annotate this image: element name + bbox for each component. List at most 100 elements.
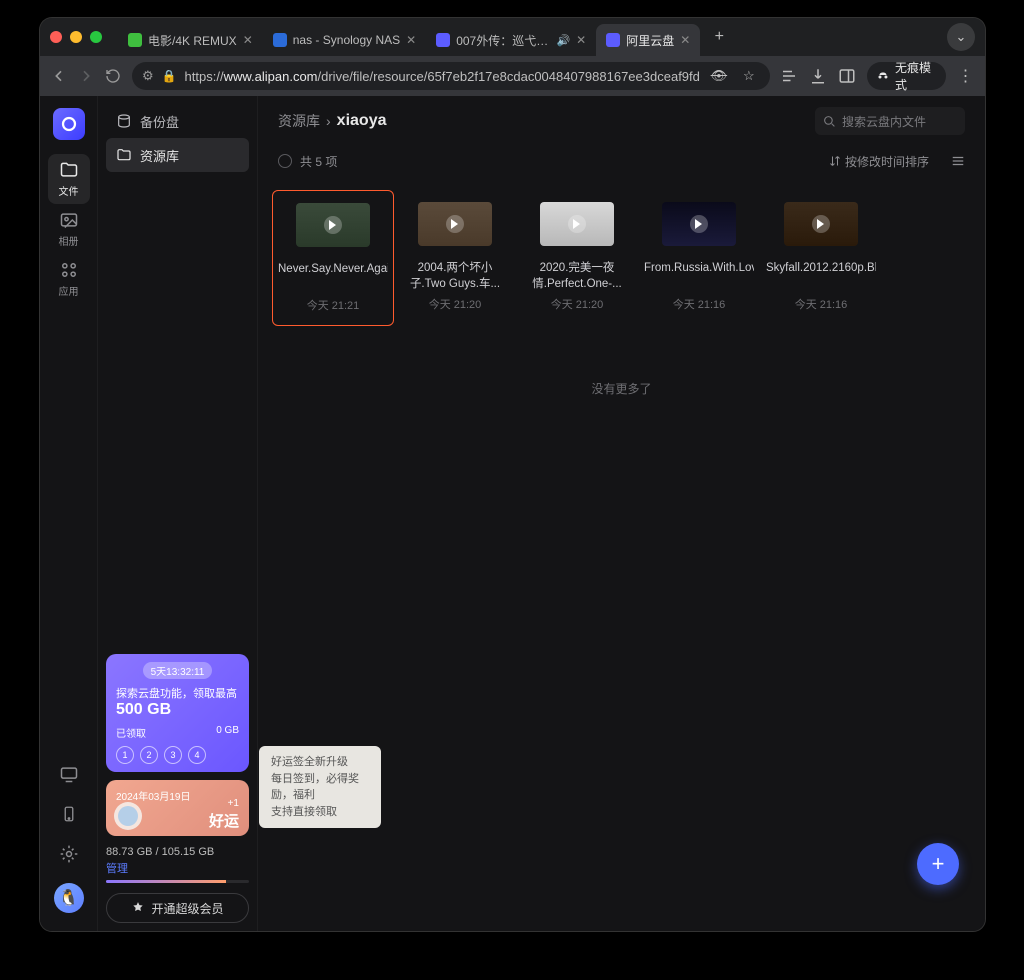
rail-item-files[interactable]: 文件 (48, 154, 90, 204)
promo-claimed-label: 已领取 (116, 725, 146, 740)
audio-icon[interactable]: 🔊 (556, 34, 570, 47)
file-card[interactable]: Skyfall.2012.2160p.BluRay.REM... 今天 21:16 (760, 190, 882, 326)
favicon (128, 33, 142, 47)
search-input[interactable]: 搜索云盘内文件 (815, 107, 965, 135)
breadcrumb-root[interactable]: 资源库 (278, 111, 320, 131)
rail-item-apps[interactable]: 应用 (48, 254, 90, 304)
select-all-checkbox[interactable] (278, 154, 292, 168)
sidebar-item-label: 备份盘 (140, 112, 179, 131)
download-icon[interactable] (809, 67, 828, 85)
close-window-button[interactable] (50, 31, 62, 43)
storage-manage-link[interactable]: 管理 (106, 860, 249, 876)
forward-button[interactable] (77, 66, 94, 86)
app-rail: 文件相册应用 🐧 (40, 96, 98, 931)
promo-luck-card[interactable]: 2024年03月19日 +1 好运 (106, 780, 249, 836)
file-name: From.Russia.With.Love.1963.216... (644, 260, 754, 292)
window-controls (50, 31, 102, 43)
reader-icon[interactable] (780, 67, 799, 85)
back-button[interactable] (50, 66, 67, 86)
tab-overflow-button[interactable]: ⌄ (947, 23, 975, 51)
play-icon (446, 215, 464, 233)
play-icon (568, 215, 586, 233)
promo-amount: 500 GB (116, 701, 239, 719)
promo-luck-label: 好运 (209, 810, 239, 831)
sort-button[interactable]: 按修改时间排序 (829, 153, 929, 170)
no-more-label: 没有更多了 (258, 380, 985, 397)
promo-storage-card[interactable]: 5天13:32:11 探索云盘功能，领取最高 500 GB 已领取 0 GB 1… (106, 654, 249, 772)
rail-label: 应用 (59, 283, 79, 298)
video-thumbnail (540, 202, 614, 246)
file-time: 今天 21:16 (673, 296, 726, 312)
file-card[interactable]: 2020.完美一夜情.Perfect.One-... 今天 21:20 (516, 190, 638, 326)
sidebar-item-backup[interactable]: 备份盘 (106, 104, 249, 138)
sidebar-panel: 备份盘资源库 5天13:32:11 探索云盘功能，领取最高 500 GB 已领取… (98, 96, 258, 931)
browser-tab[interactable]: 007外传：巡弋飞弹🔊✕ (426, 24, 596, 56)
promo-timer: 5天13:32:11 (143, 662, 213, 679)
tab-label: 电影/4K REMUX (148, 32, 237, 49)
sidepanel-icon[interactable] (838, 67, 857, 85)
file-time: 今天 21:20 (551, 296, 604, 312)
url-text: https://www.alipan.com/drive/file/resour… (185, 69, 700, 84)
bookmark-icon[interactable]: ☆ (738, 68, 760, 84)
add-button[interactable]: + (917, 843, 959, 885)
browser-tab[interactable]: 阿里云盘 ✕ (596, 24, 700, 56)
promo-step: 1 (116, 746, 134, 764)
promo-claimed-value: 0 GB (216, 725, 239, 740)
file-card[interactable]: From.Russia.With.Love.1963.216... 今天 21:1… (638, 190, 760, 326)
lock-icon: 🔒 (162, 69, 177, 83)
breadcrumb-sep: › (326, 113, 331, 129)
browser-tab[interactable]: 电影/4K REMUX ✕ (118, 24, 263, 56)
breadcrumb: 资源库 › xiaoya (278, 111, 805, 131)
favicon (606, 33, 620, 47)
search-placeholder: 搜索云盘内文件 (842, 113, 926, 130)
video-thumbnail (662, 202, 736, 246)
count-label: 共 5 项 (300, 153, 337, 170)
mobile-icon[interactable] (58, 803, 80, 825)
rail-item-photos[interactable]: 相册 (48, 204, 90, 254)
user-avatar[interactable]: 🐧 (54, 883, 84, 913)
play-icon (690, 215, 708, 233)
breadcrumb-current: xiaoya (337, 112, 387, 130)
close-tab-icon[interactable]: ✕ (406, 33, 416, 47)
browser-toolbar: ⚙ 🔒 https://www.alipan.com/drive/file/re… (40, 56, 985, 96)
close-tab-icon[interactable]: ✕ (243, 33, 253, 47)
view-toggle-button[interactable] (951, 154, 965, 168)
play-icon (324, 216, 342, 234)
site-settings-icon[interactable]: ⚙ (142, 68, 154, 84)
new-tab-button[interactable]: + (706, 24, 732, 50)
file-name: Skyfall.2012.2160p.BluRay.REM... (766, 260, 876, 292)
app-logo[interactable] (53, 108, 85, 140)
promo-line: 探索云盘功能，领取最高 (116, 685, 239, 701)
promo-step: 4 (188, 746, 206, 764)
browser-tab[interactable]: nas - Synology NAS✕ (263, 24, 426, 56)
file-time: 今天 21:16 (795, 296, 848, 312)
video-thumbnail (418, 202, 492, 246)
file-name: 2020.完美一夜情.Perfect.One-... (522, 260, 632, 292)
close-tab-icon[interactable]: ✕ (576, 33, 586, 47)
hide-icon[interactable]: 👁 (708, 68, 730, 84)
close-tab-icon[interactable]: ✕ (680, 33, 690, 47)
file-time: 今天 21:20 (429, 296, 482, 312)
desktop-icon[interactable] (58, 763, 80, 785)
settings-icon[interactable] (58, 843, 80, 865)
file-time: 今天 21:21 (307, 297, 360, 313)
flower-icon (114, 802, 142, 830)
promo-tooltip: 好运签全新升级 每日签到，必得奖励，福利 支持直接领取 (259, 746, 381, 828)
upgrade-button[interactable]: 开通超级会员 (106, 893, 249, 923)
address-bar[interactable]: ⚙ 🔒 https://www.alipan.com/drive/file/re… (132, 62, 770, 90)
video-thumbnail (296, 203, 370, 247)
file-name: 2004.两个坏小子.Two Guys.车... (400, 260, 510, 292)
maximize-window-button[interactable] (90, 31, 102, 43)
incognito-badge[interactable]: 无痕模式 (867, 62, 946, 90)
sidebar-item-resource[interactable]: 资源库 (106, 138, 249, 172)
tab-label: 阿里云盘 (626, 32, 674, 49)
minimize-window-button[interactable] (70, 31, 82, 43)
promo-step: 2 (140, 746, 158, 764)
file-name: Never.Say.Never.Again.1983.Blu... (278, 261, 388, 293)
reload-button[interactable] (105, 66, 122, 86)
file-card[interactable]: Never.Say.Never.Again.1983.Blu... 今天 21:2… (272, 190, 394, 326)
storage-meter: 88.73 GB / 105.15 GB 管理 (106, 846, 249, 883)
menu-icon[interactable]: ⋮ (956, 66, 975, 86)
promo-step: 3 (164, 746, 182, 764)
file-card[interactable]: 2004.两个坏小子.Two Guys.车... 今天 21:20 (394, 190, 516, 326)
